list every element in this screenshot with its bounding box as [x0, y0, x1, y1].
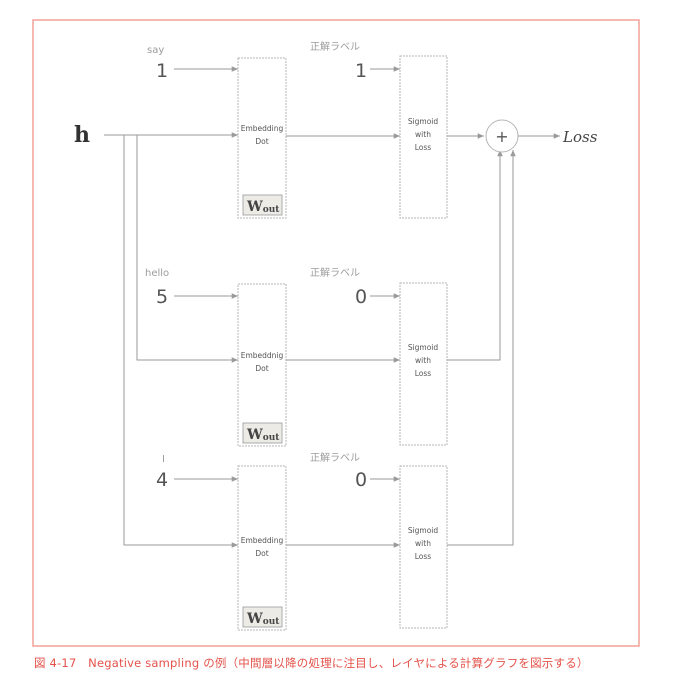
row-3-word: I	[162, 454, 165, 465]
input-h-symbol: h	[74, 122, 90, 148]
row-3-embed-line2: Dot	[255, 549, 268, 558]
row-1-label: 1	[355, 60, 367, 82]
row-3-weight-main: W	[246, 611, 263, 627]
row-1-loss-line3: Loss	[415, 143, 432, 152]
row-2-word: hello	[145, 268, 169, 279]
row-3-loss-to-sum	[447, 150, 516, 546]
figure-caption: 図 4-17 Negative sampling の例（中間層以降の処理に注目し…	[34, 656, 589, 670]
row-2-label-header: 正解ラベル	[310, 266, 360, 279]
row-1-loss-line1: Sigmoid	[408, 117, 439, 126]
negative-sampling-diagram: h say 1 Embedding Dot Wout 正解ラベル 1 Sigmo…	[32, 19, 640, 647]
row-1-embed-line1: Embedding	[241, 124, 284, 133]
row-1-index: 1	[156, 60, 168, 82]
row-3-label: 0	[355, 469, 367, 491]
row-3-loss-line3: Loss	[415, 552, 432, 561]
row-2-weight-sub: out	[263, 433, 281, 443]
row-3-loss-line1: Sigmoid	[408, 526, 439, 535]
row-3-embedding-dot-box	[237, 465, 287, 631]
row-1-weight-sub: out	[263, 205, 281, 215]
row-3-label-header: 正解ラベル	[310, 451, 360, 464]
row-2-index: 5	[156, 286, 168, 308]
row-1-loss-line2: with	[415, 130, 431, 139]
row-3-weight-sub: out	[263, 617, 281, 627]
row-2-loss-to-sum	[447, 150, 503, 361]
row-2-label: 0	[355, 286, 367, 308]
h-connectors	[104, 132, 238, 548]
row-2-loss-line2: with	[415, 356, 431, 365]
row-3-index: 4	[156, 469, 168, 491]
row-2-weight-main: W	[246, 427, 263, 443]
row-3-embed-line1: Embedding	[241, 536, 284, 545]
row-3: I 4 Embedding Dot Wout 正解ラベル 0 Sigmoid w…	[156, 150, 516, 631]
row-1-word: say	[147, 45, 164, 56]
row-2: hello 5 Embeddnig Dot Wout 正解ラベル 0 Sigmo…	[145, 150, 503, 447]
row-1-weight-main: W	[246, 199, 263, 215]
output-loss-label: Loss	[562, 128, 598, 146]
sum-node-symbol: +	[495, 127, 508, 146]
row-1-label-header: 正解ラベル	[310, 40, 360, 53]
row-1: say 1 Embedding Dot Wout 正解ラベル 1 Sigmoid…	[147, 40, 484, 219]
row-2-embed-line2: Dot	[255, 364, 268, 373]
row-1-embed-line2: Dot	[255, 137, 268, 146]
row-2-loss-line1: Sigmoid	[408, 343, 439, 352]
row-3-loss-line2: with	[415, 539, 431, 548]
row-2-loss-line3: Loss	[415, 369, 432, 378]
row-2-embed-line1: Embeddnig	[241, 351, 284, 360]
